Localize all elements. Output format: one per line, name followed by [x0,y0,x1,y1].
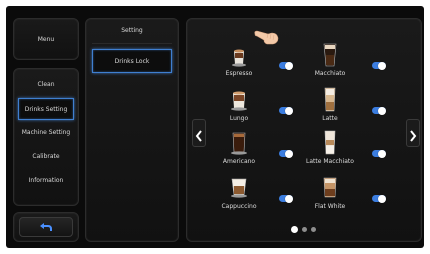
chevron-right-icon [409,127,417,142]
drink-label: Flat White [314,203,346,210]
cappuccino-cup-icon [230,175,248,201]
next-page-button[interactable] [406,119,420,147]
toggle-knob [378,106,386,115]
back-arrow-icon [39,222,53,232]
submenu-item-drinks-lock[interactable]: Drinks Lock [92,49,172,73]
latte-glass-icon [321,87,339,113]
menu-button[interactable]: Menu [14,19,78,59]
pointing-hand-icon [254,28,280,46]
drink-item-macchiato: Macchiato [295,42,365,82]
drink-item-lungo: Lungo [204,87,274,127]
drink-label: Latte Macchiato [306,158,354,165]
submenu-divider [92,43,172,44]
espresso-cup-icon [230,42,248,68]
page-dot-1[interactable] [291,226,298,233]
page-dot-3[interactable] [311,227,316,232]
drink-label: Americano [222,158,256,165]
sidebar-item-calibrate[interactable]: Calibrate [18,147,74,165]
drink-label: Espresso [225,70,253,77]
page-dot-2[interactable] [302,227,307,232]
toggle-knob [378,149,386,158]
americano-cup-icon [230,130,248,156]
toggle-knob [378,194,386,203]
sidebar-item-machine-setting[interactable]: Machine Setting [18,123,74,141]
drink-item-americano: Americano [204,130,274,170]
submenu-title: Setting [121,26,143,34]
drink-item-flat-white: Flat White [295,175,365,215]
drink-toggle-latte[interactable] [372,106,386,115]
drink-toggle-espresso[interactable] [279,61,293,70]
drink-toggle-flat-white[interactable] [372,194,386,203]
macchiato-glass-icon [321,42,339,68]
lungo-cup-icon [230,87,248,113]
latte-macchiato-glass-icon [321,130,339,156]
submenu-panel: Setting Drinks Lock [85,18,179,242]
drink-toggle-lungo[interactable] [279,106,293,115]
drink-toggle-macchiato[interactable] [372,61,386,70]
back-panel [13,212,79,242]
toggle-knob [285,61,293,70]
sidebar-item-clean[interactable]: Clean [18,75,74,93]
toggle-knob [285,149,293,158]
flat-white-glass-icon [321,175,339,201]
toggle-knob [378,61,386,70]
screen: Menu Clean Drinks Setting Machine Settin… [6,6,424,248]
toggle-knob [285,194,293,203]
menu-panel: Menu [13,18,79,60]
drink-label: Cappuccino [221,203,257,210]
drink-toggle-americano[interactable] [279,149,293,158]
drink-toggle-cappuccino[interactable] [279,194,293,203]
drinks-panel: Espresso Macchiato Lungo Latte Americano… [186,18,422,242]
toggle-knob [285,106,293,115]
drink-item-latte-macchiato: Latte Macchiato [295,130,365,170]
sidebar-panel: Clean Drinks Setting Machine Setting Cal… [13,68,79,206]
drink-label: Lungo [229,115,249,122]
sidebar-item-drinks-setting[interactable]: Drinks Setting [18,98,74,120]
drink-label: Macchiato [314,70,346,77]
sidebar-item-information[interactable]: Information [18,171,74,189]
drink-toggle-latte-macchiato[interactable] [372,149,386,158]
drink-label: Latte [322,115,338,122]
back-button[interactable] [19,217,73,237]
drink-item-cappuccino: Cappuccino [204,175,274,215]
drink-item-latte: Latte [295,87,365,127]
drink-item-espresso: Espresso [204,42,274,82]
chevron-left-icon [195,127,203,142]
